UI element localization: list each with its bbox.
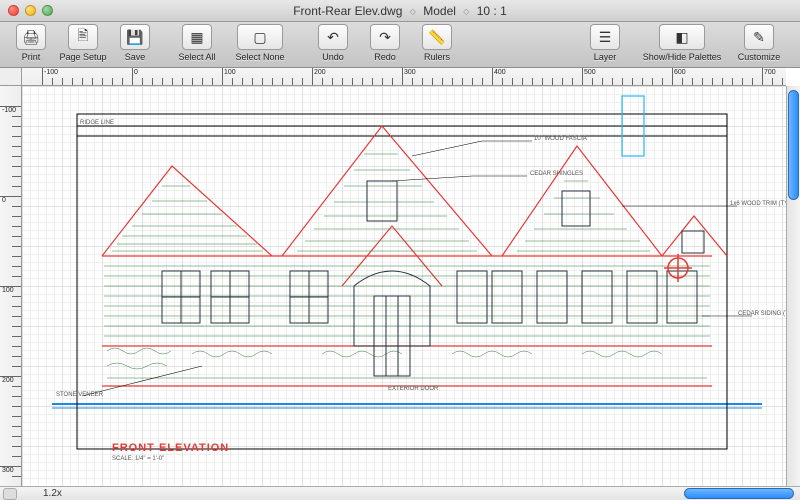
printer-icon: 🖨 bbox=[16, 24, 46, 50]
ruler-vertical[interactable]: -1000100200300 bbox=[0, 86, 22, 486]
scroll-thumb-h[interactable] bbox=[684, 488, 794, 499]
callout-trim: 1x6 WOOD TRIM (TYP) bbox=[730, 201, 786, 207]
rulers-button[interactable]: 📏 Rulers bbox=[412, 24, 462, 62]
minimize-icon[interactable] bbox=[25, 5, 36, 16]
file-name: Front-Rear Elev.dwg bbox=[293, 4, 402, 18]
drawing-content: FRONT ELEVATION SCALE: 1/4" = 1'-0" 10" … bbox=[22, 86, 786, 486]
select-all-icon: ▦ bbox=[182, 24, 212, 50]
select-all-button[interactable]: ▦ Select All bbox=[172, 24, 222, 62]
ruler-origin[interactable] bbox=[0, 68, 22, 86]
layers-icon: ☰ bbox=[590, 24, 620, 50]
customize-icon: ✎ bbox=[744, 24, 774, 50]
redo-icon: ↷ bbox=[370, 24, 400, 50]
undo-icon: ↶ bbox=[318, 24, 348, 50]
select-none-button[interactable]: ▢ Select None bbox=[224, 24, 296, 62]
callout-stone: STONE VENEER bbox=[56, 392, 103, 398]
palette-icon: ◧ bbox=[659, 24, 705, 50]
print-button[interactable]: 🖨 Print bbox=[6, 24, 56, 62]
palettes-button[interactable]: ◧ Show/Hide Palettes bbox=[632, 24, 732, 62]
callout-ridge: RIDGE LINE bbox=[80, 120, 114, 126]
save-button[interactable]: 💾 Save bbox=[110, 24, 160, 62]
elevation-svg bbox=[22, 86, 786, 486]
drawing-canvas[interactable]: FRONT ELEVATION SCALE: 1/4" = 1'-0" 10" … bbox=[22, 86, 786, 486]
tab-name: Model bbox=[423, 4, 456, 18]
traffic-lights bbox=[8, 5, 53, 16]
callout-door: EXTERIOR DOOR bbox=[388, 386, 438, 392]
toolbar: 🖨 Print 🖹 Page Setup 💾 Save ▦ Select All… bbox=[0, 22, 800, 68]
drawing-scale-note: SCALE: 1/4" = 1'-0" bbox=[112, 456, 164, 462]
callout-fascia: 10" WOOD FASCIA bbox=[534, 136, 587, 142]
redo-button[interactable]: ↷ Redo bbox=[360, 24, 410, 62]
floppy-icon: 💾 bbox=[120, 24, 150, 50]
window-title: Front-Rear Elev.dwg ◇ Model ◇ 10 : 1 bbox=[0, 4, 800, 18]
layer-button[interactable]: ☰ Layer bbox=[580, 24, 630, 62]
scale-readout: 10 : 1 bbox=[477, 4, 507, 18]
callout-shingle: CEDAR SHINGLES bbox=[530, 171, 583, 177]
page-setup-button[interactable]: 🖹 Page Setup bbox=[58, 24, 108, 62]
undo-button[interactable]: ↶ Undo bbox=[308, 24, 358, 62]
scrollbar-vertical[interactable] bbox=[786, 86, 800, 486]
select-none-icon: ▢ bbox=[237, 24, 283, 50]
page-icon: 🖹 bbox=[68, 24, 98, 50]
scroll-thumb-v[interactable] bbox=[788, 90, 799, 200]
close-icon[interactable] bbox=[8, 5, 19, 16]
window-titlebar: Front-Rear Elev.dwg ◇ Model ◇ 10 : 1 bbox=[0, 0, 800, 22]
zoom-icon[interactable] bbox=[42, 5, 53, 16]
callout-siding: CEDAR SIDING (TYP) bbox=[738, 311, 786, 317]
zoom-readout: 1.2x bbox=[43, 488, 62, 499]
zoom-stepper[interactable] bbox=[3, 488, 17, 500]
scrollbar-horizontal[interactable] bbox=[62, 487, 800, 500]
drawing-title: FRONT ELEVATION bbox=[112, 442, 229, 454]
status-bar: 1.2x bbox=[0, 486, 800, 500]
customize-button[interactable]: ✎ Customize bbox=[734, 24, 784, 62]
ruler-horizontal[interactable]: -1000100200300400500600700 bbox=[22, 68, 786, 86]
ruler-icon: 📏 bbox=[422, 24, 452, 50]
